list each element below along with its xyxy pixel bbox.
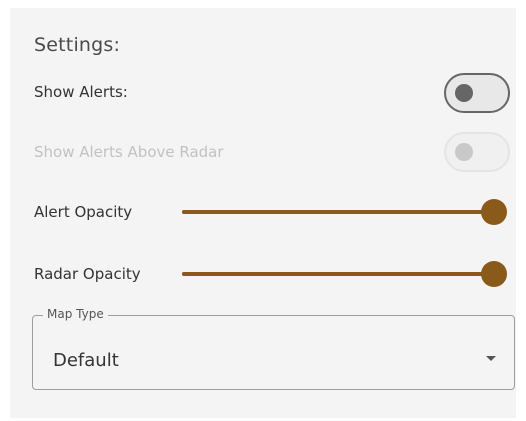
show-alerts-label: Show Alerts:: [34, 83, 128, 101]
slider-thumb[interactable]: [481, 261, 507, 287]
settings-title: Settings:: [34, 34, 121, 56]
show-alerts-above-radar-label: Show Alerts Above Radar: [34, 143, 224, 161]
toggle-knob: [455, 143, 473, 161]
slider-fill: [182, 272, 494, 276]
radar-opacity-label: Radar Opacity: [34, 265, 141, 283]
toggle-knob: [455, 84, 473, 102]
map-type-label: Map Type: [43, 307, 108, 321]
alert-opacity-label: Alert Opacity: [34, 203, 133, 221]
show-alerts-above-radar-toggle: [444, 132, 510, 172]
radar-opacity-slider[interactable]: [182, 261, 507, 287]
slider-thumb[interactable]: [481, 199, 507, 225]
slider-fill: [182, 210, 494, 214]
chevron-down-icon[interactable]: [486, 356, 496, 361]
show-alerts-toggle[interactable]: [444, 73, 510, 113]
settings-panel: Settings: Show Alerts: Show Alerts Above…: [10, 8, 516, 418]
map-type-select[interactable]: Map Type Default: [32, 307, 515, 390]
alert-opacity-slider[interactable]: [182, 199, 507, 225]
map-type-value: Default: [53, 350, 119, 371]
